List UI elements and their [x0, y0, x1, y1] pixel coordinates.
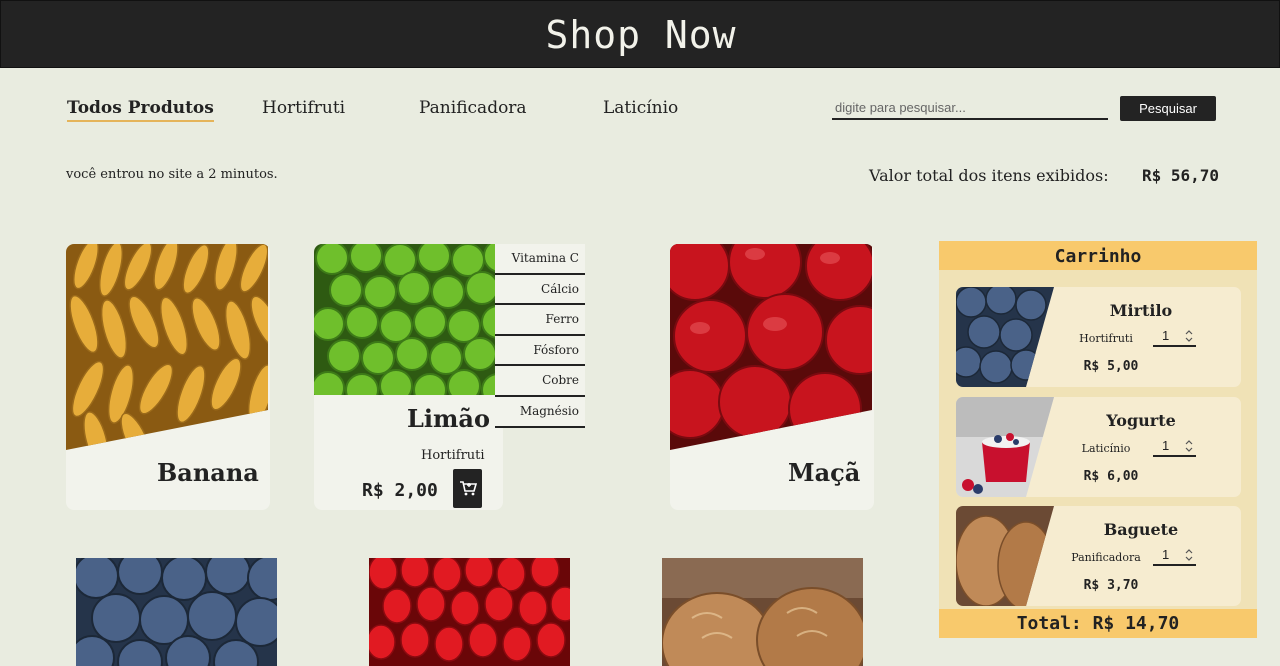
add-to-cart-icon	[460, 481, 478, 496]
lime-image	[314, 244, 503, 395]
nutrient-list: Vitamina C Cálcio Ferro Fósforo Cobre Ma…	[495, 244, 585, 428]
nav-all-products[interactable]: Todos Produtos	[67, 98, 214, 122]
quantity-value: 1	[1162, 328, 1170, 343]
cart-panel: Carrinho Mirtilo Hortifruti 1 R$ 5,00 Yo…	[939, 241, 1257, 638]
cart-title: Carrinho	[939, 241, 1257, 270]
product-name: Maçã	[788, 458, 861, 487]
total-value-amount: R$ 56,70	[1142, 166, 1220, 185]
total-value-label: Valor total dos itens exibidos:	[869, 166, 1109, 185]
spinner-arrows-icon[interactable]	[1184, 548, 1194, 562]
cart-item-yogurte: Yogurte Laticínio 1 R$ 6,00	[956, 397, 1241, 497]
spinner-arrows-icon[interactable]	[1184, 329, 1194, 343]
nutrient-item: Ferro	[495, 305, 585, 336]
cart-item-mirtilo: Mirtilo Hortifruti 1 R$ 5,00	[956, 287, 1241, 387]
cart-item-image	[956, 287, 1054, 387]
cart-item-name: Baguete	[1103, 520, 1179, 539]
search-input[interactable]	[832, 96, 1108, 120]
cart-item-price: R$ 5,00	[1083, 359, 1139, 374]
quantity-value: 1	[1162, 547, 1170, 562]
product-card-maca[interactable]: Maçã	[670, 244, 874, 510]
top-bar: Shop Now	[0, 0, 1280, 68]
nav-laticinio[interactable]: Laticínio	[603, 98, 678, 122]
cart-item-price: R$ 3,70	[1083, 578, 1139, 593]
cart-item-name: Mirtilo	[1109, 301, 1173, 320]
quantity-stepper[interactable]: 1	[1153, 327, 1196, 347]
cart-item-image	[956, 506, 1054, 606]
search-button[interactable]: Pesquisar	[1120, 96, 1216, 121]
product-category: Hortifruti	[421, 448, 485, 463]
product-name: Limão	[407, 404, 490, 433]
quantity-value: 1	[1162, 438, 1170, 453]
quantity-stepper[interactable]: 1	[1153, 437, 1196, 457]
spinner-arrows-icon[interactable]	[1184, 439, 1194, 453]
nutrient-item: Magnésio	[495, 396, 585, 428]
blueberry-image	[76, 558, 277, 666]
session-time-text: você entrou no site a 2 minutos.	[66, 167, 278, 182]
site-title: Shop Now	[545, 13, 737, 57]
product-card-banana[interactable]: Banana	[66, 244, 270, 510]
nutrient-item: Fósforo	[495, 335, 585, 367]
nutrient-item: Cobre	[495, 366, 585, 397]
product-card-blueberries[interactable]	[76, 558, 277, 666]
product-price: R$ 2,00	[362, 480, 438, 501]
product-card-strawberries[interactable]	[369, 558, 570, 666]
strawberry-image	[369, 558, 570, 666]
product-card-limao[interactable]: Limão Hortifruti R$ 2,00	[314, 244, 503, 510]
cart-total: Total: R$ 14,70	[939, 609, 1257, 638]
nutrient-item: Cálcio	[495, 274, 585, 306]
product-name: Banana	[157, 458, 259, 487]
bread-image	[662, 558, 863, 666]
cart-item-category: Panificadora	[1071, 551, 1141, 564]
cart-item-baguete: Baguete Panificadora 1 R$ 3,70	[956, 506, 1241, 606]
quantity-stepper[interactable]: 1	[1153, 546, 1196, 566]
cart-item-name: Yogurte	[1106, 411, 1176, 430]
nav-panificadora[interactable]: Panificadora	[419, 98, 527, 122]
nav-hortifruti[interactable]: Hortifruti	[262, 98, 345, 122]
cart-item-image	[956, 397, 1054, 497]
nutrient-item: Vitamina C	[495, 244, 585, 275]
cart-item-category: Laticínio	[1081, 442, 1131, 455]
cart-item-price: R$ 6,00	[1083, 469, 1139, 484]
add-to-cart-button[interactable]	[453, 469, 482, 508]
cart-item-category: Hortifruti	[1079, 332, 1133, 345]
product-card-bread[interactable]	[662, 558, 863, 666]
